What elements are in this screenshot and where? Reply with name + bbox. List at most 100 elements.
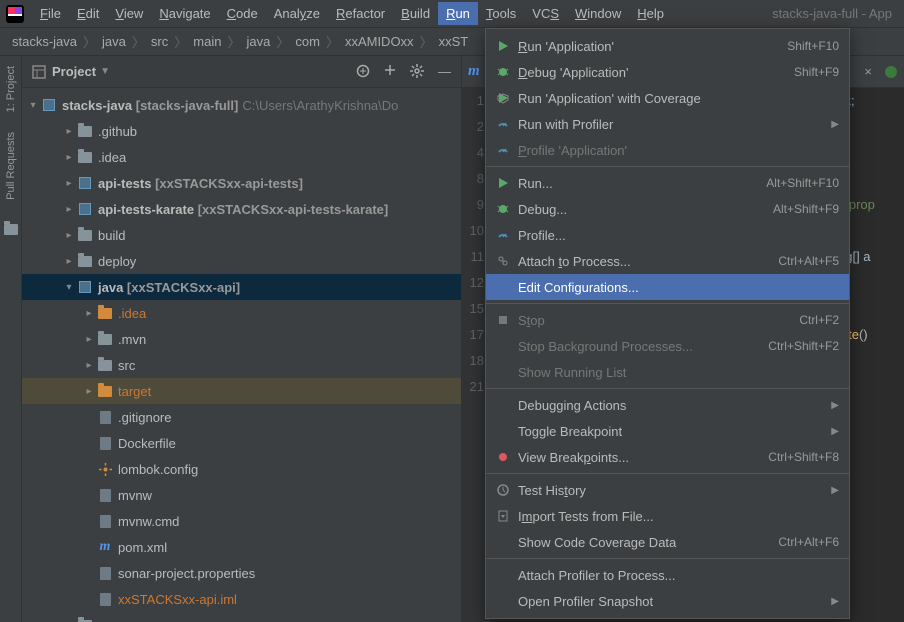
bug-icon <box>494 66 512 78</box>
maven-tab-icon[interactable]: m <box>468 63 480 80</box>
menu-help[interactable]: Help <box>629 2 672 25</box>
menu-refactor[interactable]: Refactor <box>328 2 393 25</box>
menu-item-debugging-actions[interactable]: Debugging Actions▶ <box>486 392 849 418</box>
menu-run[interactable]: Run <box>438 2 478 25</box>
menu-item-run[interactable]: Run...Alt+Shift+F10 <box>486 170 849 196</box>
menu-item-attach-profiler-to-process[interactable]: Attach Profiler to Process... <box>486 562 849 588</box>
crumb[interactable]: com <box>293 34 322 49</box>
bp-icon <box>494 451 512 463</box>
menu-item-import-tests-from-file[interactable]: Import Tests from File... <box>486 503 849 529</box>
tree-item-mvnw-cmd[interactable]: mvnw.cmd <box>22 508 461 534</box>
panel-dropdown-icon[interactable]: ▼ <box>100 66 110 77</box>
tree-item-deploy[interactable]: ▸deploy <box>22 248 461 274</box>
stop-icon <box>494 314 512 326</box>
crumb[interactable]: src <box>149 34 170 49</box>
tree-item-api-tests-karate[interactable]: ▸api-tests-karate [xxSTACKSxx-api-tests-… <box>22 196 461 222</box>
menu-file[interactable]: File <box>32 2 69 25</box>
tree-item--gitignore[interactable]: .gitignore <box>22 404 461 430</box>
tree-item--idea[interactable]: ▸.idea <box>22 300 461 326</box>
menu-vcs[interactable]: VCS <box>524 2 567 25</box>
menu-view[interactable]: View <box>107 2 151 25</box>
crumb[interactable]: stacks-java <box>10 34 79 49</box>
tree-root[interactable]: ▾stacks-java [stacks-java-full] C:\Users… <box>22 92 461 118</box>
menu-build[interactable]: Build <box>393 2 438 25</box>
crumb-sep: 〉 <box>128 32 149 51</box>
crumb[interactable]: xxST <box>437 34 471 49</box>
menu-item-toggle-breakpoint[interactable]: Toggle Breakpoint▶ <box>486 418 849 444</box>
menu-code[interactable]: Code <box>219 2 266 25</box>
line-number: 12 <box>462 270 484 296</box>
tree-item-xxstacksxx-api-iml[interactable]: xxSTACKSxx-api.iml <box>22 586 461 612</box>
menu-item-test-history[interactable]: Test History▶ <box>486 477 849 503</box>
crumb-sep: 〉 <box>272 32 293 51</box>
crumb[interactable]: main <box>191 34 223 49</box>
menu-item-debug[interactable]: Debug...Alt+Shift+F9 <box>486 196 849 222</box>
expand-all-icon[interactable] <box>384 64 396 79</box>
tree-item--github[interactable]: ▸.github <box>22 118 461 144</box>
crumb[interactable]: java <box>100 34 128 49</box>
folder-icon <box>76 253 94 269</box>
menu-tools[interactable]: Tools <box>478 2 524 25</box>
folder-icon[interactable] <box>4 224 18 235</box>
menu-item-run-application[interactable]: Run 'Application'Shift+F10 <box>486 33 849 59</box>
folder-icon <box>76 123 94 139</box>
menu-item-open-profiler-snapshot[interactable]: Open Profiler Snapshot▶ <box>486 588 849 614</box>
config-icon <box>96 461 114 477</box>
menu-item-debug-application[interactable]: Debug 'Application'Shift+F9 <box>486 59 849 85</box>
tree-item-sonar-project-properties[interactable]: sonar-project.properties <box>22 560 461 586</box>
hide-icon[interactable]: — <box>438 64 451 79</box>
line-number: 2 <box>462 114 484 140</box>
menu-edit[interactable]: Edit <box>69 2 107 25</box>
line-number: 1 <box>462 88 484 114</box>
crumb-sep: 〉 <box>416 32 437 51</box>
file-icon <box>96 513 114 529</box>
cover-icon <box>494 92 512 104</box>
play-icon <box>494 177 512 189</box>
menu-item-run-with-profiler[interactable]: Run with Profiler▶ <box>486 111 849 137</box>
tree-item-mvnw[interactable]: mvnw <box>22 482 461 508</box>
menu-item-run-application-with-coverage[interactable]: Run 'Application' with Coverage <box>486 85 849 111</box>
file-icon <box>96 435 114 451</box>
crumb[interactable]: xxAMIDOxx <box>343 34 416 49</box>
menu-item-view-breakpoints[interactable]: View Breakpoints...Ctrl+Shift+F8 <box>486 444 849 470</box>
tree-item--mvn[interactable]: ▸.mvn <box>22 326 461 352</box>
tree-item-src[interactable]: ▸src <box>22 612 461 622</box>
crumb[interactable]: java <box>244 34 272 49</box>
select-opened-icon[interactable] <box>356 64 370 79</box>
run-tab-icon[interactable] <box>884 65 898 79</box>
menu-item-profile[interactable]: Profile... <box>486 222 849 248</box>
menu-item-show-code-coverage-data[interactable]: Show Code Coverage DataCtrl+Alt+F6 <box>486 529 849 555</box>
menu-item-attach-to-process[interactable]: Attach to Process...Ctrl+Alt+F5 <box>486 248 849 274</box>
play-icon <box>494 40 512 52</box>
tree-item-target[interactable]: ▸target <box>22 378 461 404</box>
menu-navigate[interactable]: Navigate <box>151 2 218 25</box>
menubar: FileEditViewNavigateCodeAnalyzeRefactorB… <box>0 0 904 28</box>
gutter-pull-requests[interactable]: Pull Requests <box>5 132 17 200</box>
gutter-project[interactable]: 1: Project <box>5 66 17 112</box>
panel-title[interactable]: Project <box>52 64 96 79</box>
tree-item-pom-xml[interactable]: mpom.xml <box>22 534 461 560</box>
tab-close-icon[interactable]: × <box>858 64 878 79</box>
module-icon <box>76 279 94 295</box>
tree-item-dockerfile[interactable]: Dockerfile <box>22 430 461 456</box>
tree-item-java[interactable]: ▾java [xxSTACKSxx-api] <box>22 274 461 300</box>
gear-icon[interactable] <box>410 64 424 79</box>
menu-items: FileEditViewNavigateCodeAnalyzeRefactorB… <box>32 2 672 25</box>
tree-item-lombok-config[interactable]: lombok.config <box>22 456 461 482</box>
tree-item--idea[interactable]: ▸.idea <box>22 144 461 170</box>
crumb-sep: 〉 <box>170 32 191 51</box>
profile-icon <box>494 118 512 130</box>
folder-icon <box>76 617 94 622</box>
menu-separator <box>486 166 849 167</box>
tree-item-build[interactable]: ▸build <box>22 222 461 248</box>
menu-window[interactable]: Window <box>567 2 629 25</box>
menu-separator <box>486 558 849 559</box>
folder-icon <box>76 149 94 165</box>
menu-item-show-running-list: Show Running List <box>486 359 849 385</box>
module-icon <box>76 201 94 217</box>
menu-item-edit-configurations[interactable]: Edit Configurations... <box>486 274 849 300</box>
crumb-sep: 〉 <box>322 32 343 51</box>
tree-item-api-tests[interactable]: ▸api-tests [xxSTACKSxx-api-tests] <box>22 170 461 196</box>
tree-item-src[interactable]: ▸src <box>22 352 461 378</box>
menu-analyze[interactable]: Analyze <box>266 2 328 25</box>
